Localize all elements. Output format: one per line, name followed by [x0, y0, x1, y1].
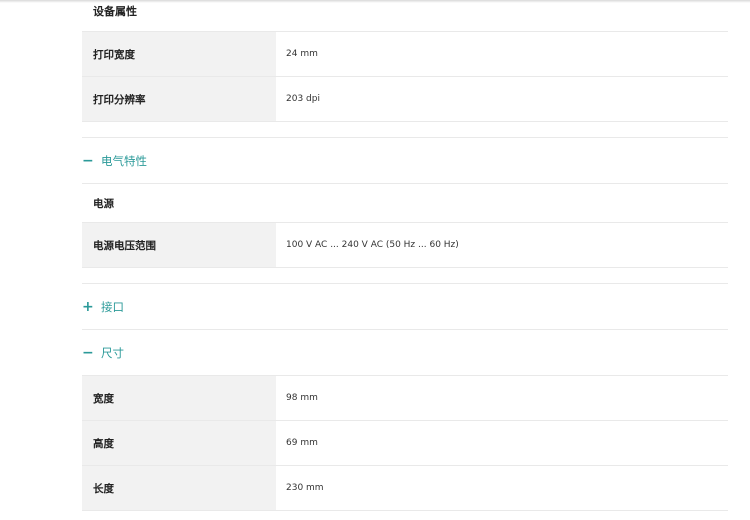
- spec-value: 230 mm: [286, 483, 324, 493]
- spec-row-length: 长度 230 mm: [82, 466, 728, 511]
- spec-value: 69 mm: [286, 438, 318, 448]
- spec-list: 设备属性 打印宽度 24 mm 打印分辨率 203 dpi − 电气特性 电源 …: [82, 0, 728, 511]
- section-toggle-dimensions[interactable]: − 尺寸: [82, 330, 728, 376]
- spec-label: 长度: [82, 466, 276, 510]
- spec-value: 24 mm: [286, 49, 318, 59]
- spec-value: 100 V AC ... 240 V AC (50 Hz ... 60 Hz): [286, 240, 459, 250]
- expand-plus-icon: +: [82, 298, 94, 315]
- spec-row-voltage-range: 电源电压范围 100 V AC ... 240 V AC (50 Hz ... …: [82, 223, 728, 268]
- section-title-electrical: 电气特性: [101, 153, 147, 168]
- spec-label: 宽度: [82, 376, 276, 420]
- power-subheading: 电源: [82, 184, 728, 223]
- section-divider: [82, 122, 728, 138]
- spec-label: 电源电压范围: [82, 223, 276, 267]
- spec-label: 高度: [82, 421, 276, 465]
- spec-label: 打印分辨率: [82, 77, 276, 121]
- spec-row-print-width: 打印宽度 24 mm: [82, 32, 728, 77]
- section-title-dimensions: 尺寸: [101, 345, 124, 360]
- spec-row-width: 宽度 98 mm: [82, 376, 728, 421]
- section-title-interface: 接口: [101, 299, 124, 314]
- collapse-minus-icon: −: [82, 152, 94, 169]
- section-toggle-electrical[interactable]: − 电气特性: [82, 138, 728, 184]
- device-properties-heading: 设备属性: [82, 0, 728, 32]
- spec-value: 98 mm: [286, 393, 318, 403]
- section-toggle-interface[interactable]: + 接口: [82, 284, 728, 330]
- section-divider: [82, 268, 728, 284]
- page: 设备属性 打印宽度 24 mm 打印分辨率 203 dpi − 电气特性 电源 …: [0, 0, 750, 520]
- spec-row-print-resolution: 打印分辨率 203 dpi: [82, 77, 728, 122]
- collapse-minus-icon: −: [82, 344, 94, 361]
- spec-value: 203 dpi: [286, 94, 320, 104]
- spec-row-height: 高度 69 mm: [82, 421, 728, 466]
- spec-label: 打印宽度: [82, 32, 276, 76]
